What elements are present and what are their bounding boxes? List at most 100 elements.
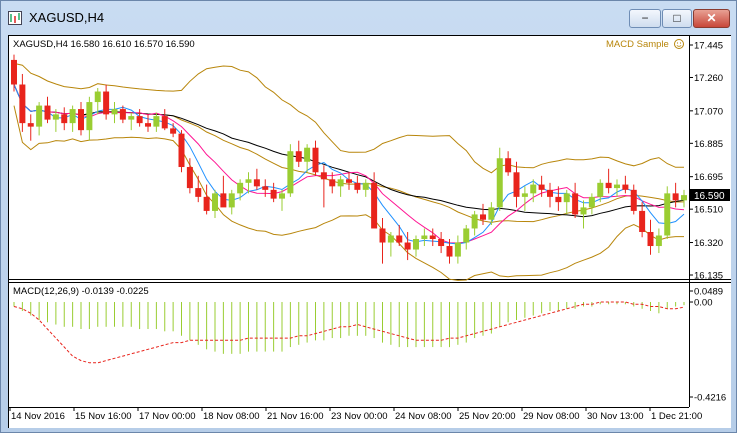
candle-body bbox=[145, 123, 151, 127]
candle-body bbox=[480, 214, 486, 220]
time-axis-label: 30 Nov 13:00 bbox=[587, 411, 644, 422]
candle-body bbox=[488, 207, 495, 220]
price-axis-label: 17.070 bbox=[694, 106, 723, 117]
time-axis-label: 1 Dec 21:00 bbox=[651, 411, 702, 422]
candle-body bbox=[530, 184, 537, 194]
candle-body bbox=[270, 189, 277, 199]
time-axis-label: 23 Nov 00:00 bbox=[331, 411, 388, 422]
candle-body bbox=[614, 184, 620, 189]
candle-body bbox=[681, 195, 687, 201]
candle-body bbox=[78, 109, 84, 131]
candle-body bbox=[513, 172, 520, 197]
candle-body bbox=[639, 210, 646, 232]
candle-body bbox=[454, 242, 461, 257]
candle-body bbox=[404, 242, 411, 250]
candle-body bbox=[329, 179, 336, 187]
time-axis-label: 17 Nov 00:00 bbox=[139, 411, 196, 422]
price-axis-label: 16.320 bbox=[694, 238, 723, 249]
candle-body bbox=[421, 235, 428, 240]
candle-body bbox=[429, 235, 436, 240]
candle-body bbox=[304, 147, 311, 162]
candle-body bbox=[346, 179, 352, 183]
price-axis: 17.445 17.260 17.070 16.885 16.695 16.510 16.3… bbox=[689, 41, 726, 404]
macd-header: MACD(12,26,9) -0.0139 -0.0225 bbox=[13, 286, 149, 297]
candle-body bbox=[220, 193, 227, 208]
macd-axis-label: 0.0489 bbox=[694, 287, 723, 298]
candle-body bbox=[354, 182, 361, 190]
candle-body bbox=[69, 109, 76, 124]
candle-body bbox=[580, 207, 587, 215]
candle-body bbox=[555, 196, 562, 203]
candle-body bbox=[588, 196, 595, 208]
price-axis-label: 17.445 bbox=[694, 41, 723, 52]
candle-body bbox=[521, 193, 528, 197]
price-axis-label: 17.260 bbox=[694, 73, 723, 84]
title-bar[interactable]: XAGUSD,H4 − □ ✕ bbox=[1, 1, 736, 35]
time-axis-label: 29 Nov 08:00 bbox=[523, 411, 580, 422]
main-price-pane bbox=[11, 54, 687, 281]
macd-pane bbox=[13, 301, 685, 364]
candle-body bbox=[203, 196, 210, 211]
candle-body bbox=[655, 235, 662, 247]
candle-body bbox=[538, 184, 545, 190]
candle-body bbox=[320, 172, 327, 180]
candle-body bbox=[228, 193, 235, 208]
current-price-label: 16.590 bbox=[694, 191, 725, 202]
candle-body bbox=[262, 186, 269, 190]
candle-body bbox=[413, 239, 419, 250]
candle-body bbox=[664, 193, 671, 236]
candle-body bbox=[605, 182, 612, 189]
candle-body bbox=[505, 158, 512, 173]
price-axis-label: 16.885 bbox=[694, 139, 723, 150]
minimize-button[interactable]: − bbox=[629, 9, 661, 28]
candle-body bbox=[597, 182, 604, 197]
maximize-button[interactable]: □ bbox=[662, 9, 692, 28]
candle-body bbox=[170, 128, 177, 134]
candle-body bbox=[136, 116, 143, 124]
candle-body bbox=[161, 116, 168, 129]
candle-body bbox=[52, 114, 59, 120]
candle-body bbox=[245, 179, 252, 183]
candle-body bbox=[563, 193, 570, 203]
time-axis-label: 14 Nov 2016 bbox=[11, 411, 65, 422]
candle-body bbox=[371, 182, 378, 229]
maximize-icon: □ bbox=[673, 11, 681, 25]
candle-body bbox=[647, 231, 654, 247]
candle-body bbox=[103, 91, 110, 115]
candle-body bbox=[153, 116, 160, 127]
time-axis-label: 25 Nov 20:00 bbox=[459, 411, 516, 422]
candle-body bbox=[279, 193, 285, 199]
candle-body bbox=[36, 105, 43, 127]
minimize-icon: − bbox=[641, 11, 649, 25]
candle-body bbox=[61, 114, 68, 124]
candle-body bbox=[178, 133, 185, 168]
time-axis-label: 24 Nov 08:00 bbox=[395, 411, 452, 422]
time-axis-label: 18 Nov 08:00 bbox=[203, 411, 260, 422]
candle-body bbox=[186, 167, 193, 189]
candle-body bbox=[111, 109, 118, 115]
candle-body bbox=[237, 182, 244, 194]
candle-body bbox=[387, 235, 394, 243]
candle-body bbox=[295, 151, 302, 162]
candle-body bbox=[446, 246, 453, 257]
candle-body bbox=[27, 123, 34, 127]
smiley-face-icon bbox=[674, 39, 684, 49]
close-icon: ✕ bbox=[706, 11, 717, 25]
candle-body bbox=[128, 116, 135, 120]
candle-body bbox=[362, 182, 369, 190]
main-chart-header: XAGUSD,H4 16.580 16.610 16.570 16.590 bbox=[13, 39, 195, 50]
candle-body bbox=[253, 179, 260, 187]
macd-axis-label: 0.00 bbox=[694, 298, 713, 309]
candle-body bbox=[337, 179, 344, 187]
candle-body bbox=[496, 158, 503, 208]
indicator-name: MACD Sample bbox=[606, 39, 669, 50]
candle-body bbox=[672, 193, 679, 201]
price-axis-label: 16.695 bbox=[694, 172, 723, 183]
chart-area[interactable]: 17.445 17.260 17.070 16.885 16.695 16.510 16.3… bbox=[8, 35, 731, 428]
close-button[interactable]: ✕ bbox=[693, 9, 730, 28]
candle-body bbox=[572, 193, 579, 215]
candle-body bbox=[119, 109, 126, 120]
candle-body bbox=[86, 102, 93, 131]
candle-body bbox=[630, 189, 637, 211]
candle-body bbox=[622, 184, 629, 190]
